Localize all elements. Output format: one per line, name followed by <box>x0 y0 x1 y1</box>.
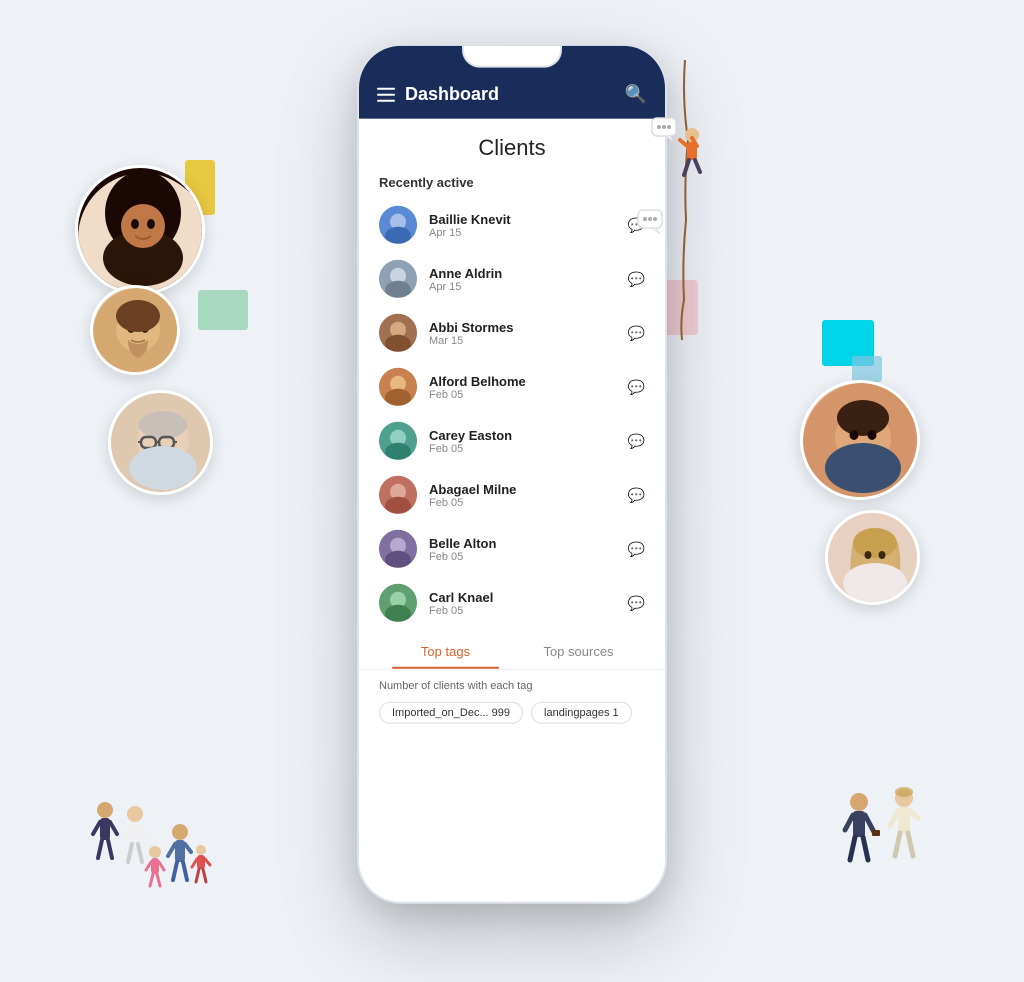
avatar <box>379 422 417 460</box>
tab-top-tags[interactable]: Top tags <box>379 634 512 669</box>
client-name: Belle Alton <box>429 535 616 550</box>
client-item[interactable]: Abagael Milne Feb 05 💬 <box>359 468 665 522</box>
client-info: Belle Alton Feb 05 <box>429 535 616 562</box>
message-icon[interactable]: 💬 <box>628 378 645 395</box>
tags-list: Imported_on_Dec... 999 landingpages 1 <box>379 702 645 724</box>
avatar <box>379 314 417 352</box>
avatar <box>379 584 417 622</box>
avatar-man-beard <box>90 285 180 375</box>
client-item[interactable]: Anne Aldrin Apr 15 💬 <box>359 252 665 306</box>
app-title: Dashboard <box>405 84 499 105</box>
deco-mint <box>198 290 248 330</box>
page-title: Clients <box>359 119 665 169</box>
client-name: Carey Easton <box>429 427 616 442</box>
figure-group-left <box>65 792 245 922</box>
client-date: Feb 05 <box>429 388 616 400</box>
climbing-figure <box>630 60 710 340</box>
message-icon[interactable]: 💬 <box>628 486 645 503</box>
client-list: Baillie Knevit Apr 15 💬 Anne Aldrin Apr … <box>359 198 665 630</box>
client-date: Feb 05 <box>429 496 616 508</box>
tag-chip[interactable]: Imported_on_Dec... 999 <box>379 702 523 724</box>
client-name: Baillie Knevit <box>429 211 616 226</box>
avatar <box>379 530 417 568</box>
client-item[interactable]: Abbi Stormes Mar 15 💬 <box>359 306 665 360</box>
client-info: Abbi Stormes Mar 15 <box>429 319 616 346</box>
client-date: Apr 15 <box>429 280 616 292</box>
hamburger-menu-icon[interactable] <box>377 87 395 101</box>
client-info: Alford Belhome Feb 05 <box>429 373 616 400</box>
phone-notch <box>462 46 562 68</box>
client-date: Apr 15 <box>429 226 616 238</box>
client-name: Anne Aldrin <box>429 265 616 280</box>
deco-blue-sm <box>852 356 882 382</box>
message-icon[interactable]: 💬 <box>628 540 645 557</box>
client-date: Mar 15 <box>429 334 616 346</box>
phone-mockup: Dashboard 🔍 Clients Recently active Bail… <box>357 44 667 904</box>
avatar-woman-blonde <box>825 510 920 605</box>
client-name: Carl Knael <box>429 589 616 604</box>
avatar-man-smiling <box>800 380 920 500</box>
client-info: Abagael Milne Feb 05 <box>429 481 616 508</box>
client-name: Alford Belhome <box>429 373 616 388</box>
client-info: Carey Easton Feb 05 <box>429 427 616 454</box>
client-name: Abbi Stormes <box>429 319 616 334</box>
section-recently-active: Recently active <box>359 169 665 198</box>
phone-body: Clients Recently active Baillie Knevit A… <box>359 119 665 899</box>
client-info: Anne Aldrin Apr 15 <box>429 265 616 292</box>
client-date: Feb 05 <box>429 604 616 616</box>
phone-frame: Dashboard 🔍 Clients Recently active Bail… <box>357 44 667 904</box>
avatar <box>379 368 417 406</box>
client-item[interactable]: Carl Knael Feb 05 💬 <box>359 576 665 630</box>
avatar-older-man-glasses <box>108 390 213 495</box>
tag-chip[interactable]: landingpages 1 <box>531 702 632 724</box>
header-left: Dashboard <box>377 84 499 105</box>
tab-top-sources[interactable]: Top sources <box>512 634 645 669</box>
message-icon[interactable]: 💬 <box>628 432 645 449</box>
client-name: Abagael Milne <box>429 481 616 496</box>
client-item[interactable]: Baillie Knevit Apr 15 💬 <box>359 198 665 252</box>
avatar <box>379 206 417 244</box>
client-date: Feb 05 <box>429 442 616 454</box>
tags-description: Number of clients with each tag <box>379 680 645 692</box>
client-info: Baillie Knevit Apr 15 <box>429 211 616 238</box>
client-date: Feb 05 <box>429 550 616 562</box>
client-item[interactable]: Belle Alton Feb 05 💬 <box>359 522 665 576</box>
client-item[interactable]: Carey Easton Feb 05 💬 <box>359 414 665 468</box>
bottom-tabs: Top tags Top sources <box>359 634 665 670</box>
client-info: Carl Knael Feb 05 <box>429 589 616 616</box>
client-item[interactable]: Alford Belhome Feb 05 💬 <box>359 360 665 414</box>
tags-section: Number of clients with each tag Imported… <box>359 670 665 734</box>
avatar <box>379 260 417 298</box>
figure-group-right <box>824 782 944 902</box>
avatar <box>379 476 417 514</box>
avatar-woman-afro <box>75 165 205 295</box>
message-icon[interactable]: 💬 <box>628 594 645 611</box>
